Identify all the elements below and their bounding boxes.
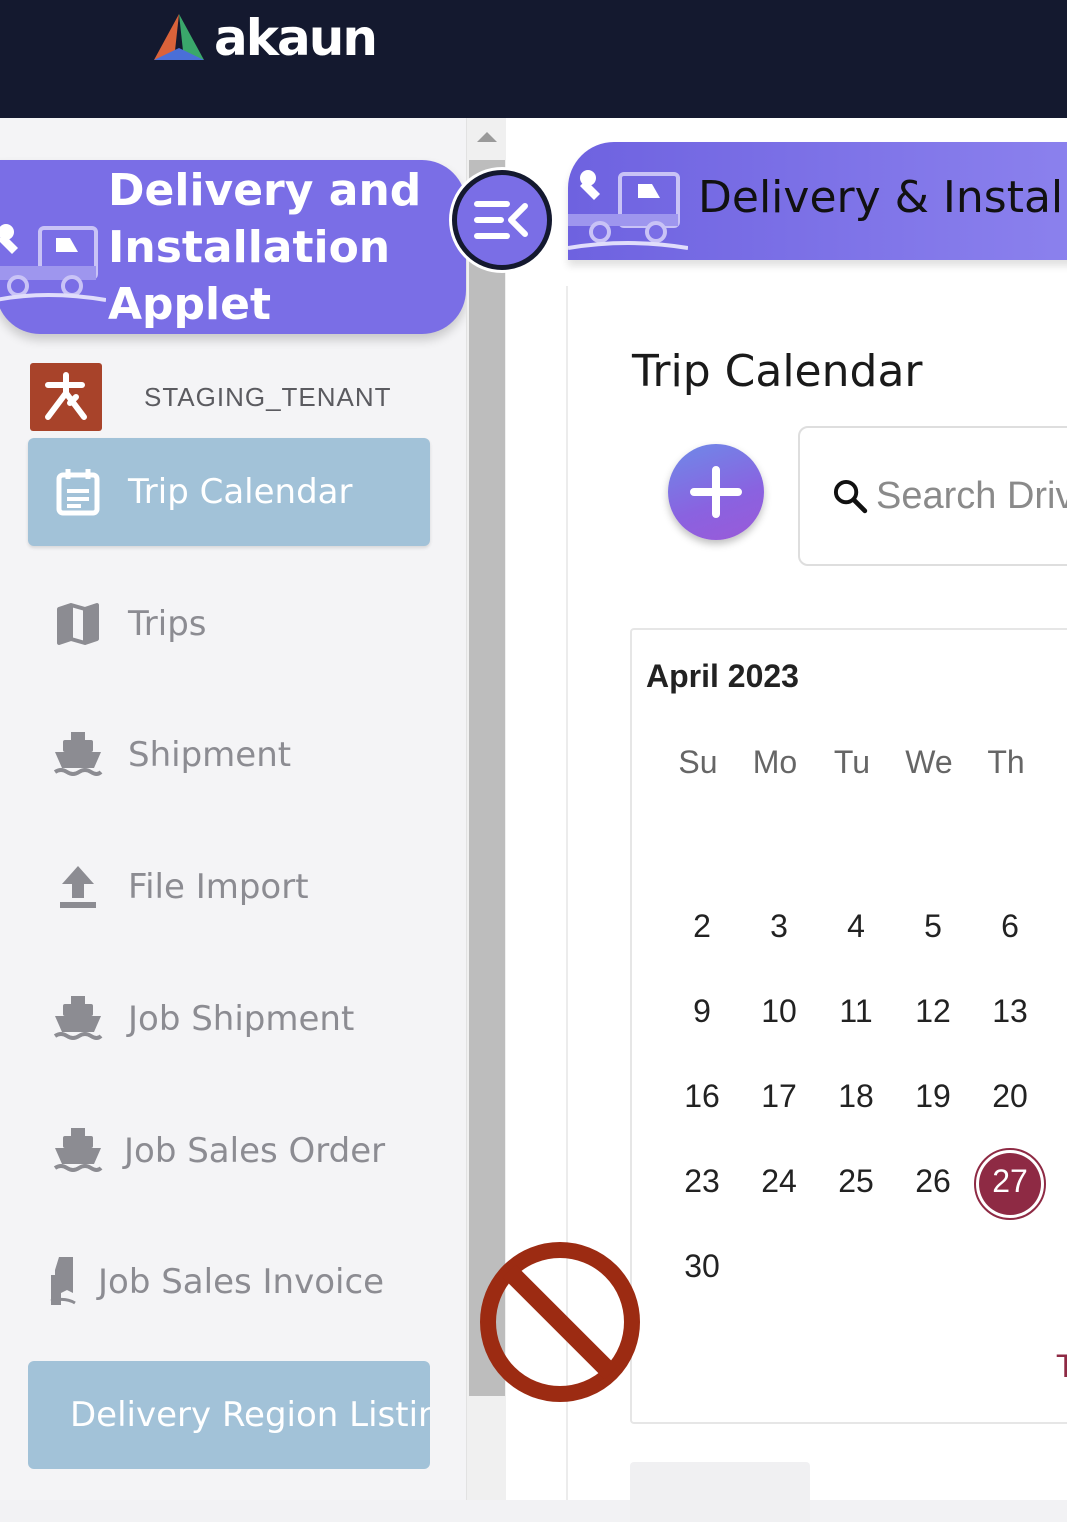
- sidebar-item-label: Job Sales Order: [124, 1131, 386, 1171]
- calendar-day-selected[interactable]: 27: [972, 1163, 1048, 1200]
- calendar-day[interactable]: 30: [664, 1248, 740, 1285]
- upload-icon: [52, 861, 104, 913]
- calendar-day[interactable]: 26: [895, 1163, 971, 1200]
- sidebar-item-label: Trips: [128, 604, 207, 644]
- sidebar-item-label: Shipment: [128, 735, 292, 775]
- calendar-day[interactable]: 17: [741, 1078, 817, 1115]
- menu-collapse-icon: [474, 201, 528, 239]
- weekday-header: We: [905, 744, 953, 780]
- brand-name: akaun: [214, 9, 378, 67]
- not-allowed-cursor-icon: [480, 1242, 640, 1402]
- sidebar: Delivery and Installation Applet STAGING…: [0, 118, 466, 1500]
- delivery-truck-icon: [568, 170, 688, 250]
- calendar-day[interactable]: 25: [818, 1163, 894, 1200]
- applet-banner: Delivery and Installation Applet: [0, 160, 466, 334]
- search-input[interactable]: [876, 474, 1067, 518]
- sidebar-item-job-sales-invoice[interactable]: Job Sales Invoice: [28, 1228, 430, 1336]
- sidebar-item-label: Delivery Region Listing: [70, 1395, 430, 1435]
- ship-icon: [52, 729, 104, 781]
- calendar-month-label[interactable]: April 2023: [646, 658, 799, 695]
- applet-header: Delivery & Installation Applet: [568, 142, 1067, 260]
- calendar-day[interactable]: 9: [664, 993, 740, 1030]
- calendar-day[interactable]: 10: [741, 993, 817, 1030]
- scroll-up-arrow-icon[interactable]: [477, 132, 497, 142]
- ship-icon: [52, 1125, 104, 1177]
- sidebar-item-label: Job Shipment: [128, 999, 355, 1039]
- weekday-header: Th: [987, 744, 1025, 780]
- tenant-logo: [30, 363, 102, 431]
- collapse-sidebar-button[interactable]: [452, 170, 552, 270]
- calendar-icon: [52, 466, 104, 518]
- weekday-header: Mo: [752, 744, 798, 780]
- calendar-day[interactable]: 20: [972, 1078, 1048, 1115]
- calendar-day[interactable]: 4: [818, 908, 894, 945]
- tenant-logo-glyph: [45, 372, 87, 420]
- delivery-truck-icon: [0, 224, 106, 302]
- sidebar-item-label: Job Sales Invoice: [98, 1262, 385, 1302]
- sidebar-item-file-import[interactable]: File Import: [28, 833, 430, 941]
- calendar-day[interactable]: 2: [664, 908, 740, 945]
- akaun-logo[interactable]: akaun: [150, 8, 378, 68]
- ship-icon: [52, 993, 104, 1045]
- calendar-day[interactable]: 23: [664, 1163, 740, 1200]
- calendar-day[interactable]: 11: [818, 993, 894, 1030]
- weekday-header: Su: [678, 744, 718, 780]
- weekday-header: Tu: [833, 744, 871, 780]
- sidebar-item-label: File Import: [128, 867, 309, 907]
- akaun-logo-icon: [154, 14, 204, 60]
- page-title: Trip Calendar: [632, 346, 923, 397]
- tenant-name: STAGING_TENANT: [144, 381, 392, 412]
- sidebar-item-delivery-region-listing[interactable]: Delivery Region Listing: [28, 1361, 430, 1469]
- sidebar-item-shipment[interactable]: Shipment: [28, 701, 430, 809]
- search-icon: [833, 479, 868, 514]
- plus-icon: [690, 466, 742, 518]
- applet-header-title: Delivery & Installation Applet: [698, 172, 1067, 223]
- partial-card: [630, 1462, 810, 1522]
- sidebar-item-trips[interactable]: Trips: [28, 570, 430, 678]
- calendar-day[interactable]: 18: [818, 1078, 894, 1115]
- receipt-icon: [44, 1256, 84, 1308]
- tenant-selector[interactable]: STAGING_TENANT: [30, 363, 392, 431]
- calendar-day[interactable]: 12: [895, 993, 971, 1030]
- sidebar-item-trip-calendar[interactable]: Trip Calendar: [28, 438, 430, 546]
- applet-title: Delivery and Installation Applet: [108, 165, 422, 330]
- calendar-day[interactable]: 5: [895, 908, 971, 945]
- calendar-today-button[interactable]: T: [1056, 1348, 1067, 1385]
- sidebar-item-job-shipment[interactable]: Job Shipment: [28, 965, 430, 1073]
- map-icon: [52, 598, 104, 650]
- top-bar: akaun: [0, 0, 1067, 118]
- calendar-day[interactable]: 19: [895, 1078, 971, 1115]
- scrollbar-thumb[interactable]: [469, 160, 505, 1396]
- add-trip-button[interactable]: [668, 444, 764, 540]
- calendar-day[interactable]: 16: [664, 1078, 740, 1115]
- calendar-day[interactable]: 3: [741, 908, 817, 945]
- calendar-day[interactable]: 6: [972, 908, 1048, 945]
- calendar-day[interactable]: 24: [741, 1163, 817, 1200]
- calendar-day[interactable]: 13: [972, 993, 1048, 1030]
- search-driver-field[interactable]: [798, 426, 1067, 566]
- sidebar-item-label: Trip Calendar: [128, 472, 353, 512]
- trip-calendar: April 2023 Su Mo Tu We Th 2 3 4 5 6 9 10…: [630, 628, 1067, 1424]
- sidebar-item-job-sales-order[interactable]: Job Sales Order: [28, 1097, 430, 1205]
